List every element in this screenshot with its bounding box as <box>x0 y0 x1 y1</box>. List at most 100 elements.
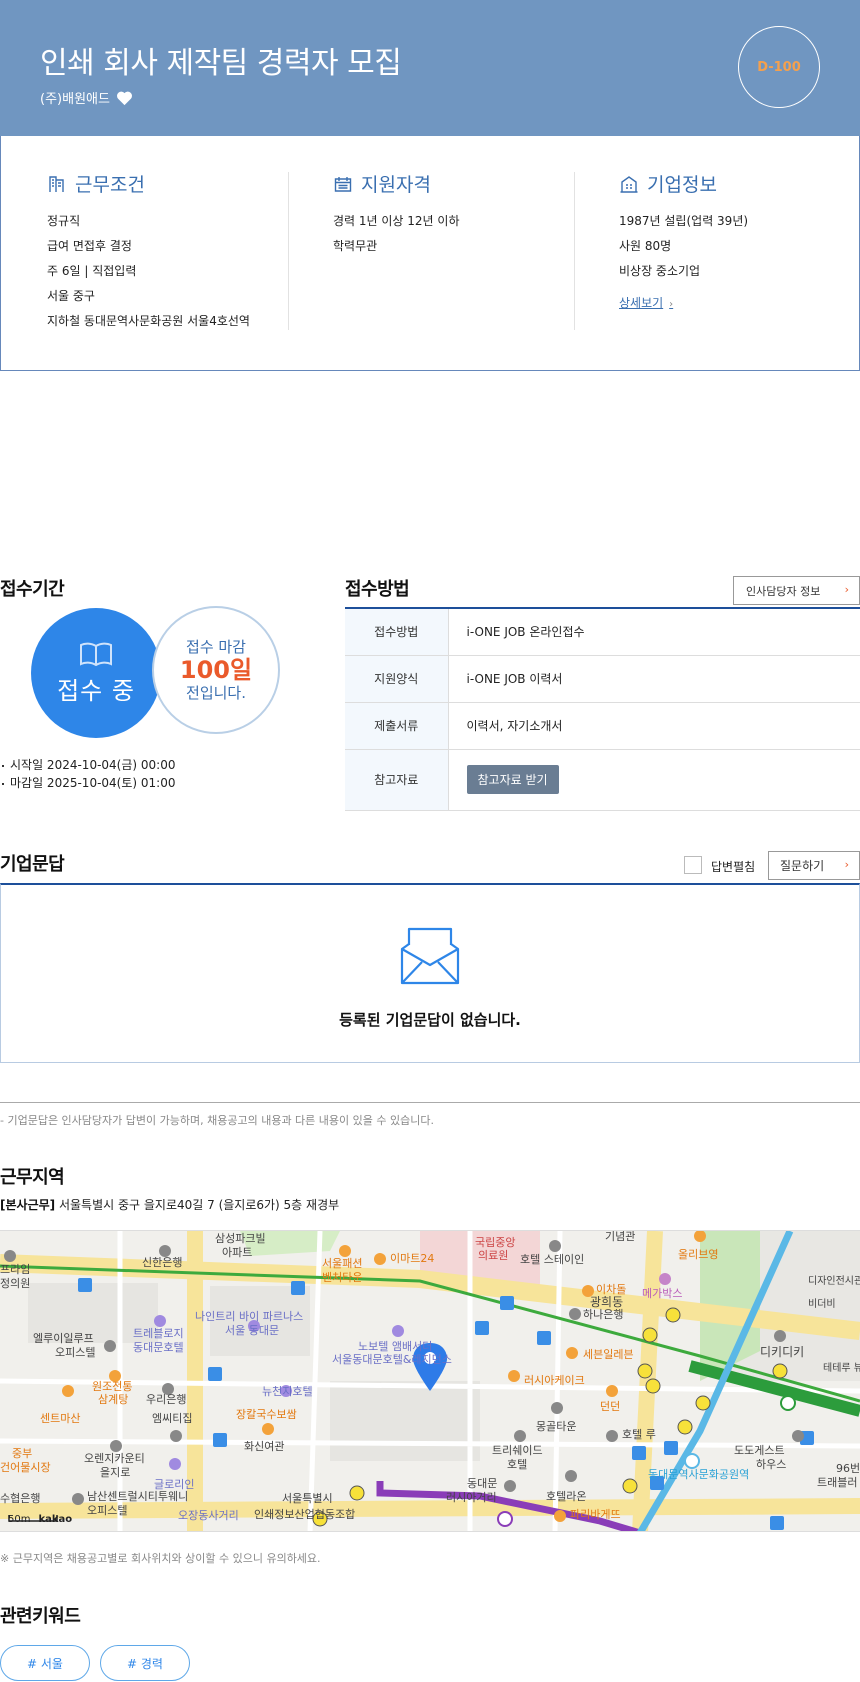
table-row: 지원양식 i-ONE JOB 이력서 <box>345 655 860 703</box>
map-label: 삼계탕 <box>98 1393 129 1406</box>
map-label: 국립중앙 <box>475 1236 516 1249</box>
map-label: 몽골타운 <box>536 1420 577 1433</box>
map-label: 엘루이일루프 <box>33 1332 94 1345</box>
list-item: 정규직 <box>47 214 81 228</box>
table-value: 참고자료 받기 <box>448 749 860 811</box>
qa-empty-text: 등록된 기업문답이 없습니다. <box>339 1011 521 1029</box>
company-info-heading: 기업정보 <box>619 170 748 197</box>
dday-badge: D-100 <box>738 26 820 108</box>
map-label: 정의원 <box>0 1277 31 1290</box>
table-key: 참고자료 <box>345 749 449 811</box>
column-divider <box>288 172 289 330</box>
list-item: 급여 면접후 결정 <box>47 239 132 253</box>
map-label: 건어물시장 <box>0 1461 51 1474</box>
company-name-row: (주)배원애드 <box>40 88 133 107</box>
table-value: i-ONE JOB 온라인접수 <box>448 608 860 656</box>
deadline-circle: 접수 마감 100일 전입니다. <box>152 606 280 734</box>
qa-empty-box: 등록된 기업문답이 없습니다. <box>0 883 860 1063</box>
table-row: 참고자료 참고자료 받기 <box>345 749 860 811</box>
qualifications-heading: 지원자격 <box>333 170 459 197</box>
table-value: 이력서, 자기소개서 <box>448 702 860 750</box>
map-label: 우리은행 <box>146 1393 187 1406</box>
divider <box>0 1102 860 1103</box>
chevron-right-icon: › <box>844 583 849 596</box>
list-item: 1987년 설립(업력 39년) <box>619 214 749 228</box>
address-tag: [본사근무] <box>0 1198 56 1212</box>
building-icon <box>49 175 64 192</box>
map-label: 디자인전시관 <box>808 1276 860 1287</box>
map-label: 올리브영 <box>678 1248 719 1261</box>
map-label: 서울패션 <box>322 1257 363 1270</box>
location-map[interactable]: 삼성파크빌 아파트 신한은행 서울패션 벤처타운 이마트24 국립중앙 의료원 … <box>0 1230 860 1532</box>
map-label: 도도게스트 <box>734 1444 785 1457</box>
list-item: 지하철 동대문역사문화공원 서울4호선역 <box>47 314 250 328</box>
map-label: 삼성파크빌 <box>215 1232 266 1245</box>
method-table: 접수방법 i-ONE JOB 온라인접수 지원양식 i-ONE JOB 이력서 … <box>345 607 860 811</box>
calendar-icon <box>334 176 352 192</box>
table-value: i-ONE JOB 이력서 <box>448 655 860 703</box>
map-label: 동대문역사문화공원역 <box>648 1468 750 1481</box>
map-label: 아파트 <box>222 1246 253 1259</box>
heart-icon[interactable] <box>116 90 133 106</box>
map-label: 파리바게뜨 <box>570 1508 621 1521</box>
book-icon <box>80 642 112 666</box>
company-name[interactable]: (주)배원애드 <box>40 88 110 107</box>
map-label: 기념관 <box>605 1230 636 1243</box>
map-label: 프라임 <box>0 1263 31 1276</box>
list-item: 학력무관 <box>333 239 378 253</box>
map-label: 트레블로지 <box>133 1327 184 1340</box>
map-label: 메가박스 <box>642 1287 683 1300</box>
company-detail-link[interactable]: 상세보기 › <box>619 294 673 311</box>
status-circle: 접수 중 <box>31 608 161 738</box>
map-label: 트리쉐이드 <box>492 1444 543 1457</box>
map-label: 글로리인 <box>154 1478 195 1491</box>
map-label: 비더비 <box>808 1299 836 1310</box>
list-item: 사원 80명 <box>619 239 672 253</box>
period-heading: 접수기간 <box>0 579 65 600</box>
table-key: 제출서류 <box>345 702 449 750</box>
map-label: 노보텔 앰배서더 <box>358 1340 433 1353</box>
map-label: 화신여관 <box>244 1440 285 1453</box>
table-row: 제출서류 이력서, 자기소개서 <box>345 702 860 750</box>
map-label: 원조전통 <box>92 1380 133 1393</box>
list-item: 경력 1년 이상 12년 이하 <box>333 214 460 228</box>
work-conditions-list: 정규직 급여 면접후 결정 주 6일 | 직접입력 서울 중구 지하철 동대문역… <box>47 209 250 334</box>
job-title: 인쇄 회사 제작팀 경력자 모집 <box>40 46 402 81</box>
keywords-heading: 관련키워드 <box>0 1606 81 1627</box>
map-label: 엠씨티집 <box>152 1412 193 1425</box>
map-label: 서울동대문호텔&레지던스 <box>332 1353 452 1366</box>
keyword-chip[interactable]: # 경력 <box>100 1645 190 1681</box>
map-label: 오렌지카운티 <box>84 1452 145 1465</box>
map-label: 오피스텔 <box>87 1504 128 1517</box>
status-text: 접수 중 <box>57 676 135 705</box>
work-conditions: 근무조건 정규직 급여 면접후 결정 주 6일 | 직접입력 서울 중구 지하철… <box>47 170 250 334</box>
map-label: 트래블러 <box>817 1476 858 1489</box>
deadline-suffix: 전입니다. <box>186 684 246 703</box>
qa-heading: 기업문답 <box>0 854 65 875</box>
map-label: 던던 <box>600 1400 621 1413</box>
location-note: ※ 근무지역은 채용공고별로 회사위치와 상이할 수 있으니 유의하세요. <box>0 1552 321 1565</box>
ask-question-button[interactable]: 질문하기 › <box>768 851 860 880</box>
reference-download-button[interactable]: 참고자료 받기 <box>466 765 559 794</box>
expand-answers-checkbox[interactable] <box>684 856 702 874</box>
map-label: 중부 <box>12 1447 33 1460</box>
expand-answers-label[interactable]: 답변펼침 <box>711 858 755 875</box>
map-label: 벤처타운 <box>322 1271 363 1284</box>
map-label: 남산센트럴시티투웨니 <box>87 1490 189 1503</box>
address-line: [본사근무] 서울특별시 중구 을지로40길 7 (을지로6가) 5층 재경부 <box>0 1196 339 1213</box>
deadline-label: 접수 마감 <box>186 637 246 656</box>
scale-bar-icon <box>8 1515 58 1522</box>
job-summary-box: 근무조건 정규직 급여 면접후 결정 주 6일 | 직접입력 서울 중구 지하철… <box>0 136 860 371</box>
map-scale: 50m kakao <box>8 1514 73 1525</box>
job-header: 인쇄 회사 제작팀 경력자 모집 (주)배원애드 D-100 <box>0 0 860 137</box>
table-row: 접수방법 i-ONE JOB 온라인접수 <box>345 608 860 656</box>
start-date: 시작일 2024-10-04(금) 00:00 <box>0 756 175 774</box>
end-date: 마감일 2025-10-04(토) 01:00 <box>0 774 175 792</box>
keyword-chip[interactable]: # 서울 <box>0 1645 90 1681</box>
table-key: 지원양식 <box>345 655 449 703</box>
hr-info-button[interactable]: 인사담당자 정보 › <box>733 576 860 605</box>
map-label: 세븐일레븐 <box>583 1348 634 1361</box>
location-heading: 근무지역 <box>0 1167 65 1188</box>
list-item: 서울 중구 <box>47 289 95 303</box>
map-label: 인쇄정보산업협동조합 <box>254 1508 356 1521</box>
